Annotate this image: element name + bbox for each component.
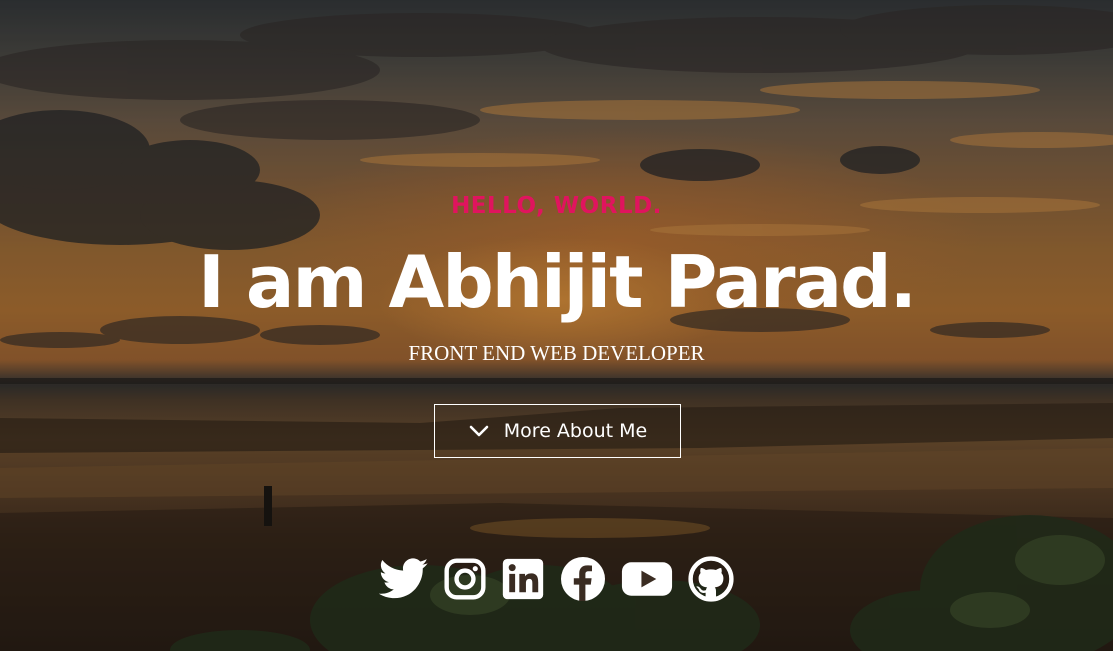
facebook-icon	[560, 557, 605, 601]
twitter-icon	[378, 558, 428, 599]
linkedin-icon	[502, 558, 543, 600]
linkedin-link[interactable]	[501, 554, 545, 604]
chevron-down-icon	[469, 425, 489, 437]
hero-content: HELLO, WORLD. I am Abhijit Parad. FRONT …	[0, 0, 1113, 651]
instagram-icon	[443, 558, 486, 600]
facebook-link[interactable]	[559, 554, 607, 604]
twitter-link[interactable]	[378, 554, 429, 604]
hero-section: HELLO, WORLD. I am Abhijit Parad. FRONT …	[0, 0, 1113, 651]
github-link[interactable]	[687, 554, 735, 604]
social-links	[0, 554, 1113, 604]
hero-title: I am Abhijit Parad.	[198, 240, 917, 324]
greeting-text: HELLO, WORLD.	[451, 193, 662, 219]
github-icon	[687, 556, 734, 602]
role-subtitle: FRONT END WEB DEVELOPER	[408, 341, 705, 365]
more-about-me-label: More About Me	[503, 420, 648, 442]
youtube-icon	[621, 562, 672, 596]
youtube-link[interactable]	[621, 554, 673, 604]
more-about-me-button[interactable]: More About Me	[434, 404, 681, 458]
instagram-link[interactable]	[443, 554, 487, 604]
